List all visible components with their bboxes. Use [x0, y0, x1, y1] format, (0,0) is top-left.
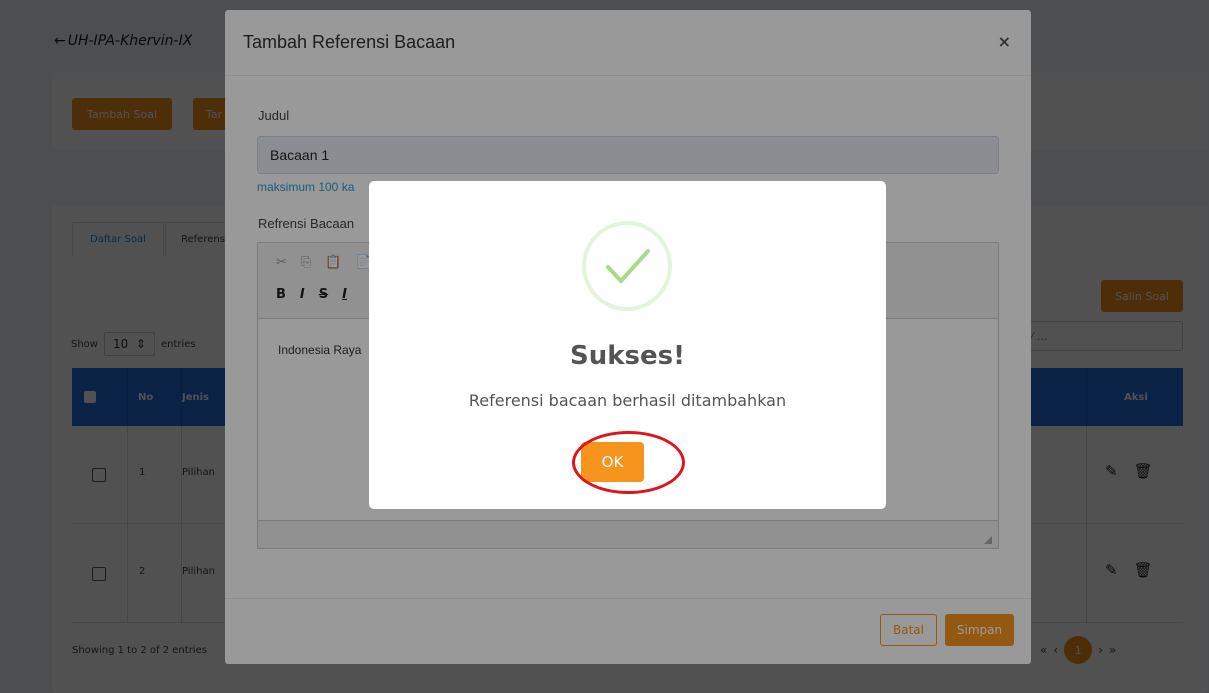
- success-check-icon: [582, 221, 672, 311]
- highlight-annotation: [572, 431, 685, 494]
- checkmark-icon: [606, 249, 650, 283]
- alert-title: Sukses!: [570, 341, 685, 371]
- alert-message: Referensi bacaan berhasil ditambahkan: [468, 391, 787, 410]
